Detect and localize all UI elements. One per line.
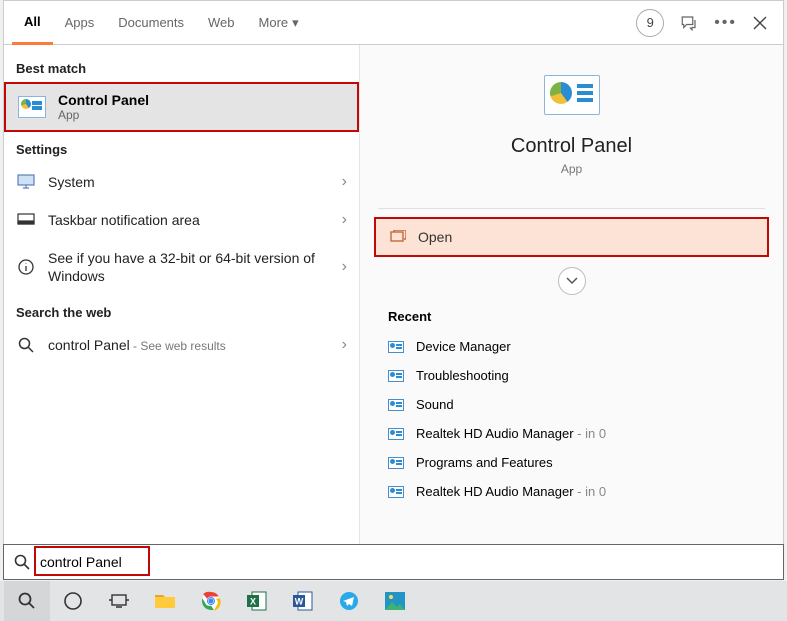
taskbar-photos-icon[interactable] — [372, 581, 418, 621]
web-query: control Panel — [48, 337, 130, 353]
tab-more[interactable]: More▾ — [247, 1, 311, 44]
control-panel-icon — [18, 96, 46, 118]
tabs-bar: All Apps Documents Web More▾ 9 ••• — [4, 1, 783, 45]
open-icon — [390, 230, 406, 244]
expand-button[interactable] — [558, 267, 586, 295]
recent-item[interactable]: Sound — [374, 390, 769, 419]
control-panel-icon — [388, 486, 404, 498]
svg-text:W: W — [295, 597, 304, 607]
best-match-result[interactable]: Control Panel App — [4, 82, 359, 132]
preview-type: App — [561, 162, 582, 176]
settings-row-system[interactable]: System › — [4, 163, 359, 201]
section-settings: Settings — [4, 132, 359, 163]
recent-item[interactable]: Troubleshooting — [374, 361, 769, 390]
preview-title: Control Panel — [511, 135, 632, 158]
control-panel-icon — [388, 428, 404, 440]
taskbar-icon — [16, 213, 36, 227]
close-icon[interactable] — [753, 16, 767, 30]
monitor-icon — [16, 174, 36, 190]
section-best-match: Best match — [4, 51, 359, 82]
preview-hero: Control Panel App — [360, 45, 783, 192]
feedback-icon[interactable] — [680, 14, 698, 32]
chevron-down-icon: ▾ — [292, 15, 299, 31]
control-panel-icon — [388, 341, 404, 353]
search-icon — [4, 554, 40, 570]
settings-row-bitness[interactable]: See if you have a 32-bit or 64-bit versi… — [4, 239, 359, 295]
taskbar-excel-icon[interactable]: X — [234, 581, 280, 621]
rewards-badge[interactable]: 9 — [636, 9, 664, 37]
recent-item[interactable]: Programs and Features — [374, 448, 769, 477]
control-panel-icon — [388, 457, 404, 469]
tab-web[interactable]: Web — [196, 1, 247, 44]
tab-apps[interactable]: Apps — [53, 1, 107, 44]
taskbar-cortana-button[interactable] — [50, 581, 96, 621]
taskbar-chrome-icon[interactable] — [188, 581, 234, 621]
web-result-row[interactable]: control Panel - See web results › — [4, 326, 359, 364]
recent-list: Device Manager Troubleshooting Sound Rea… — [360, 328, 783, 510]
search-icon — [16, 337, 36, 353]
search-input[interactable] — [40, 545, 783, 579]
control-panel-icon — [388, 370, 404, 382]
open-label: Open — [418, 229, 452, 245]
best-match-type: App — [58, 108, 149, 122]
search-bar — [3, 544, 784, 580]
info-icon — [16, 258, 36, 276]
recent-item[interactable]: Device Manager — [374, 332, 769, 361]
taskbar-search-button[interactable] — [4, 581, 50, 621]
taskbar-explorer-icon[interactable] — [142, 581, 188, 621]
chevron-right-icon: › — [342, 258, 347, 276]
section-recent: Recent — [360, 295, 783, 328]
web-suffix: - See web results — [130, 339, 226, 353]
options-icon[interactable]: ••• — [714, 14, 737, 32]
best-match-title: Control Panel — [58, 92, 149, 108]
recent-item[interactable]: Realtek HD Audio Manager - in 0 — [374, 419, 769, 448]
divider — [378, 208, 765, 209]
top-icons: 9 ••• — [636, 9, 775, 37]
taskbar-taskview-button[interactable] — [96, 581, 142, 621]
expand-row — [360, 267, 783, 295]
tab-all[interactable]: All — [12, 2, 53, 45]
taskbar: X W — [0, 581, 787, 621]
control-panel-icon — [388, 399, 404, 411]
taskbar-telegram-icon[interactable] — [326, 581, 372, 621]
chevron-right-icon: › — [342, 211, 347, 229]
svg-text:X: X — [250, 597, 256, 607]
recent-item[interactable]: Realtek HD Audio Manager - in 0 — [374, 477, 769, 506]
chevron-right-icon: › — [342, 336, 347, 354]
chevron-right-icon: › — [342, 173, 347, 191]
preview-right: Control Panel App Open Recent Device Man… — [359, 45, 783, 579]
section-search-web: Search the web — [4, 295, 359, 326]
open-action[interactable]: Open — [374, 217, 769, 257]
control-panel-icon — [544, 75, 600, 115]
results-left: Best match Control Panel App Settings Sy… — [4, 45, 359, 579]
tab-documents[interactable]: Documents — [106, 1, 196, 44]
taskbar-word-icon[interactable]: W — [280, 581, 326, 621]
search-panel: All Apps Documents Web More▾ 9 ••• Best … — [3, 0, 784, 580]
settings-row-taskbar[interactable]: Taskbar notification area › — [4, 201, 359, 239]
